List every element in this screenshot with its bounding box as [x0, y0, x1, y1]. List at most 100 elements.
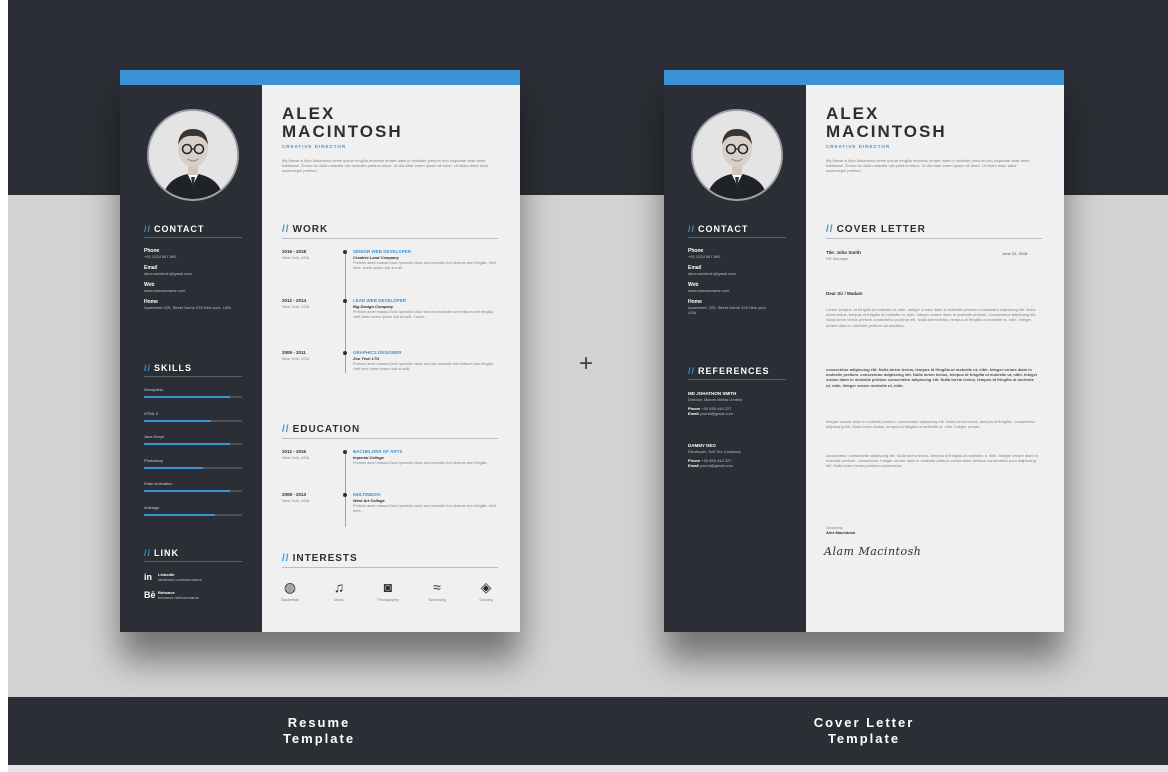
link-heading: //LINK: [144, 548, 180, 558]
skill-bar: [144, 419, 242, 422]
skill-name: Flash Animation: [144, 481, 173, 486]
skill-name: Wordpress: [144, 387, 164, 392]
resume-caption: Resume Template: [282, 715, 356, 746]
skill-bar-fill: [144, 443, 231, 445]
reference-item: DAMMY DEO Developer, Soft Tec Company Ph…: [688, 443, 741, 468]
contact-web: Web www.domainname.com: [144, 282, 186, 293]
timeline-dot: [343, 450, 347, 454]
entry-title: GRAPHICS DESIGNER: [353, 350, 402, 355]
interest-item: ♫ Music: [319, 579, 359, 602]
bottom-dark-band: [8, 697, 1168, 765]
entry-dates: 2016 - 2018: [282, 249, 307, 254]
interest-label: Photography: [377, 598, 399, 602]
camera-icon: ◙: [383, 579, 393, 595]
cover-accent-bar: [664, 70, 1064, 85]
contact-heading: //CONTACT: [688, 224, 749, 234]
skill-bar: [144, 513, 242, 516]
behance-link[interactable]: Bē Behance behance.net/username: [144, 590, 199, 608]
entry-title: LEAD WEB DEVELOPER: [353, 298, 407, 303]
cover-letter-document: //CONTACT Phone +00 1234 567 890 Email a…: [664, 70, 1064, 632]
skill-name: Indesign: [144, 504, 160, 510]
contact-divider: [144, 237, 242, 238]
swimming-icon: ≈: [433, 579, 441, 595]
contact-divider: [688, 237, 786, 238]
interest-label: Swimming: [428, 598, 446, 602]
skill-bar-fill: [144, 419, 211, 422]
cover-role: CREATIVE DIRECTOR: [826, 144, 891, 149]
skills-divider: [144, 376, 242, 377]
closing: Sincerely Alex Macintosh: [826, 525, 856, 535]
entry-dates: 2012 - 2014: [282, 298, 307, 303]
contact-web: Web www.domainname.com: [688, 282, 730, 293]
letter-paragraph: consectetur. consectetur adipiscing elit…: [826, 453, 1038, 469]
entry-place: New York, USA: [282, 455, 310, 460]
entry-company: Imperial College: [353, 455, 384, 460]
entry-title: SENIOR WEB DEVELOPER: [353, 249, 412, 254]
signature: Alam Macintosh: [824, 545, 922, 558]
cover-name: ALEX MACINTOSH: [826, 104, 947, 141]
contact-home: Home Apartment, 225, Street Name 225 New…: [688, 299, 767, 315]
timeline-dot: [343, 351, 347, 355]
references-heading: //REFERENCES: [688, 366, 770, 376]
profile-photo: [691, 109, 783, 201]
letter-date: June 20, 2018: [1002, 251, 1028, 256]
letter-paragraph: consectetur adipiscing elit. Nulla lorem…: [826, 367, 1038, 388]
basketball-icon: ◍: [283, 579, 297, 595]
references-divider: [688, 379, 786, 380]
entry-place: New York, USA: [282, 255, 310, 260]
entry-description: Pretiom amet erassa Donc ipmolitor dolor…: [353, 261, 496, 270]
skill-name: Photoshop: [144, 457, 164, 463]
contact-phone: Phone +00 1234 567 890: [144, 248, 177, 259]
cover-main: ALEX MACINTOSH CREATIVE DIRECTOR My Name…: [806, 85, 1064, 632]
cover-sidebar: //CONTACT Phone +00 1234 567 890 Email a…: [664, 85, 806, 632]
education-divider: [282, 438, 498, 439]
resume-intro: My Name is Alex Macintosh lorem ipsum fr…: [282, 158, 489, 174]
skill-item: Wordpress: [144, 387, 242, 398]
skill-item: Java Script: [144, 434, 242, 445]
entry-description: Pretiom amet erassa Donc ipmolitor dolor…: [353, 461, 488, 465]
cover-letter-heading: //COVER LETTER: [826, 224, 926, 235]
contact-email: Email alexmacintosh@gmail.com: [144, 265, 192, 276]
interest-item: ◈ Gaming: [466, 579, 506, 602]
entry-company: West Art College: [353, 498, 385, 503]
music-icon: ♫: [333, 579, 345, 595]
interest-item: ◙ Photography: [368, 579, 408, 602]
contact-phone: Phone +00 1234 567 890: [688, 248, 721, 259]
entry-description: Pretiom amet erassa Donc ipmolitor dolor…: [353, 362, 495, 371]
entry-title: MULTIMEDIA: [353, 492, 381, 497]
work-divider: [282, 238, 498, 239]
skill-bar-fill: [144, 396, 231, 398]
interest-label: Music: [334, 598, 344, 602]
resume-name: ALEX MACINTOSH: [282, 104, 403, 141]
skills-heading: //SKILLS: [144, 363, 193, 373]
skill-item: HTML 5: [144, 411, 242, 422]
plus-sign: +: [579, 350, 594, 377]
gamepad-icon: ◈: [480, 579, 492, 595]
interests-heading: //INTERESTS: [282, 553, 358, 564]
cover-letter-caption: Cover Letter Template: [813, 715, 915, 746]
interest-label: Basketball: [281, 598, 299, 602]
entry-place: New York, USA: [282, 356, 310, 361]
timeline-dot: [343, 493, 347, 497]
footer-strip: [8, 765, 1168, 772]
resume-accent-bar: [120, 70, 520, 85]
linkedin-link[interactable]: in Linkedin facebook.com/username: [144, 572, 202, 590]
timeline-dot: [343, 299, 347, 303]
recipient: Tile: John Smith HR Manager: [826, 250, 861, 261]
interest-label: Gaming: [479, 598, 493, 602]
cover-intro: My Name is Alex Macintosh lorem ipsum fr…: [826, 158, 1030, 174]
skill-bar: [144, 443, 242, 445]
letter-paragraph: Integer ornare diam in molestie pretium,…: [826, 419, 1036, 430]
education-heading: //EDUCATION: [282, 424, 361, 435]
contact-home: Home Apartment 225, Street Name 225 New …: [144, 299, 231, 310]
link-divider: [144, 561, 242, 562]
timeline-dot: [343, 250, 347, 254]
contact-email: Email alexmacintosh@gmail.com: [688, 265, 736, 276]
entry-dates: 2008 - 2013: [282, 492, 307, 497]
cover-letter-divider: [826, 238, 1042, 239]
skill-bar-fill: [144, 513, 215, 516]
education-timeline: [345, 451, 346, 527]
interests-divider: [282, 567, 498, 568]
entry-description: Pretiom amet erassa Donc ipmolitor dolor…: [353, 310, 495, 319]
skill-bar: [144, 490, 242, 492]
